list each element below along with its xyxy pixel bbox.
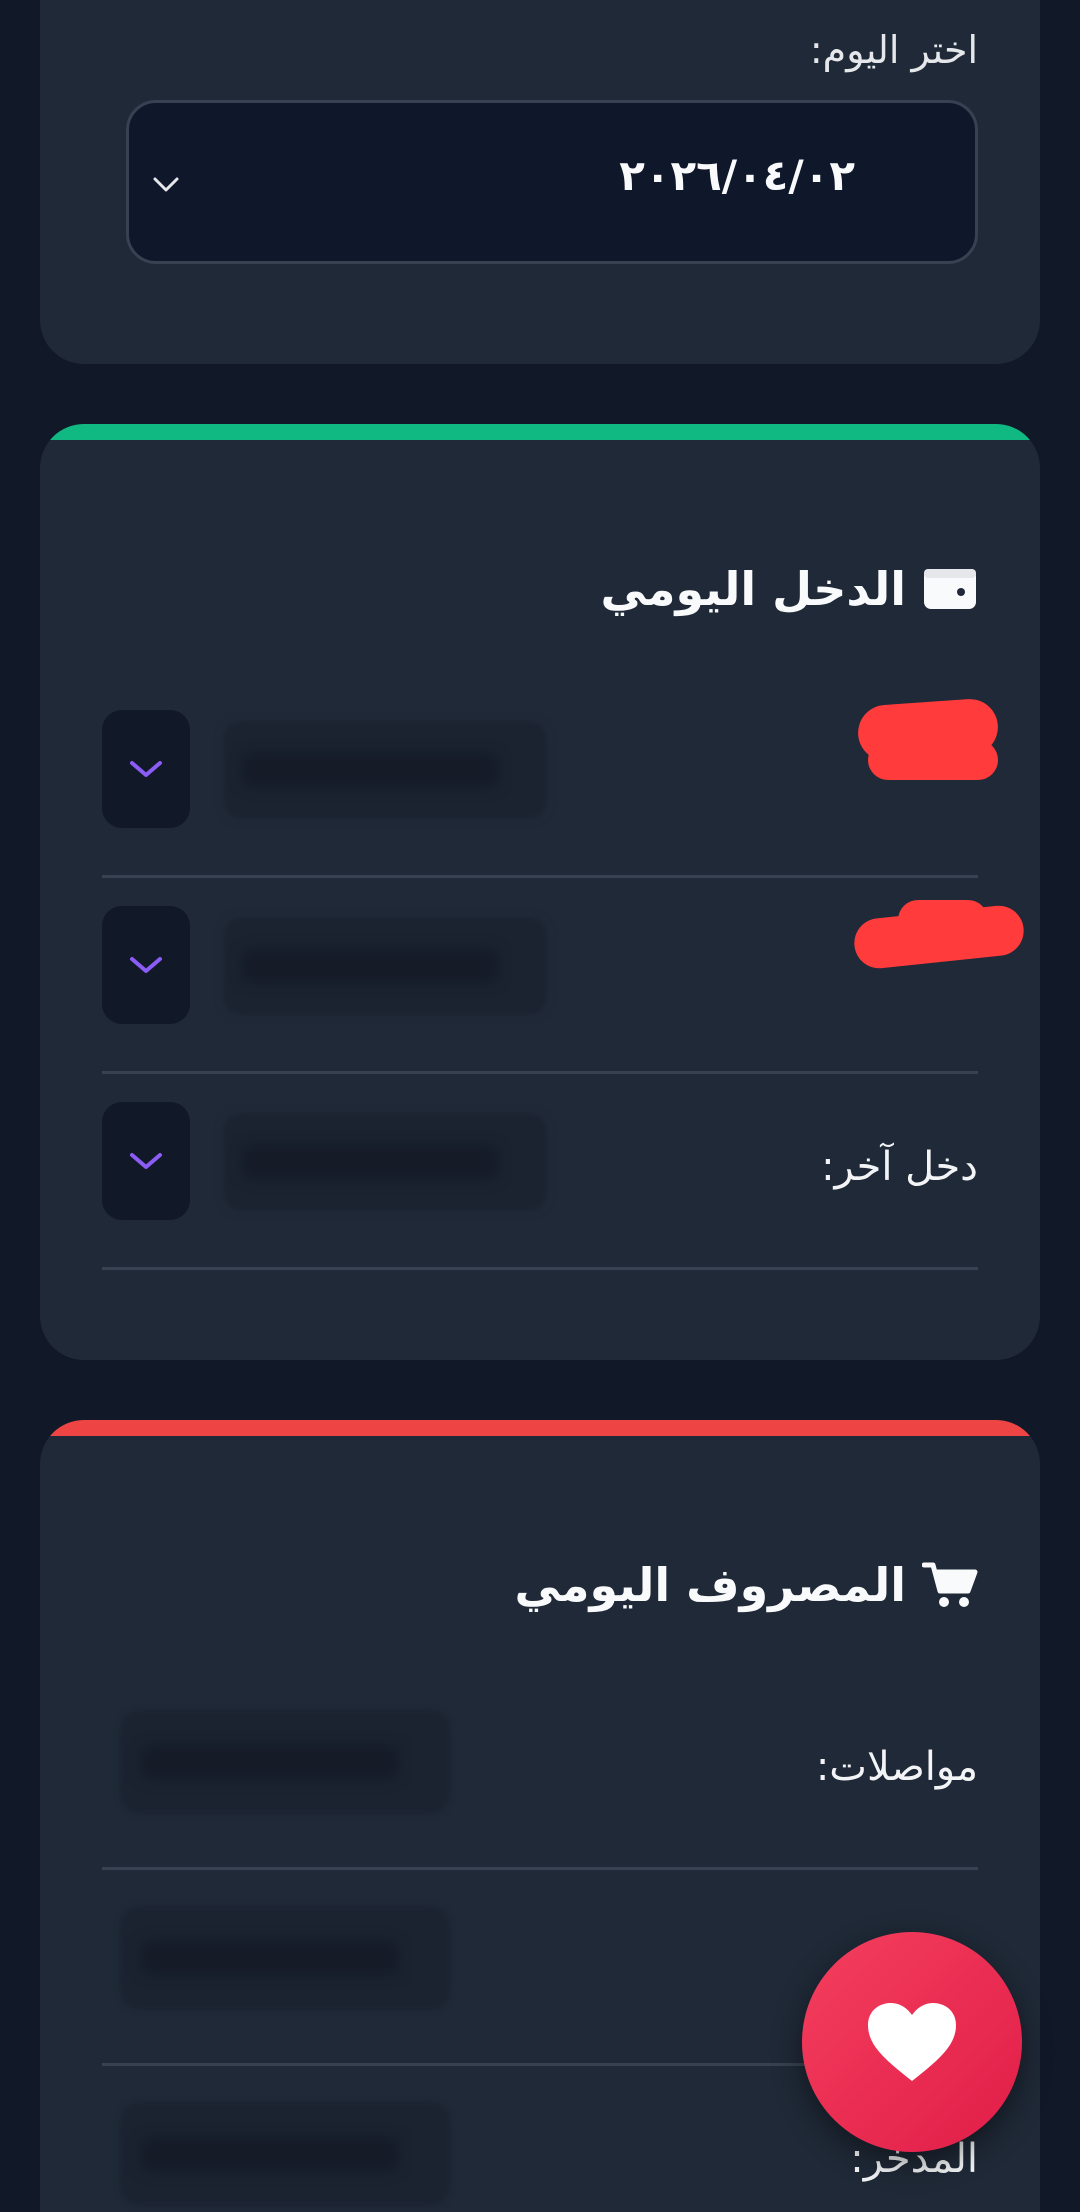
- income-row-2: [102, 878, 1027, 1074]
- income-row-3-input[interactable]: [220, 1110, 550, 1214]
- income-card: الدخل اليومي دخل آخر:: [40, 424, 1040, 1360]
- income-row-3: دخل آخر:: [102, 1074, 978, 1270]
- heart-icon: [868, 2003, 956, 2081]
- expense-row-1: مواصلات:: [102, 1674, 978, 1870]
- expense-accent-bar: [40, 1420, 1040, 1436]
- chevron-down-icon: [153, 177, 179, 192]
- expense-title-text: المصروف اليومي: [514, 1558, 906, 1612]
- income-row-2-dropdown[interactable]: [102, 906, 190, 1024]
- income-title: الدخل اليومي: [600, 562, 978, 616]
- income-title-text: الدخل اليومي: [600, 562, 906, 616]
- expense-row-1-input[interactable]: [120, 1710, 450, 1814]
- chevron-down-icon: [130, 957, 162, 973]
- date-select-value: ٢٠٢٦/٠٤/٠٢: [619, 151, 855, 200]
- income-row-2-input[interactable]: [220, 914, 550, 1018]
- redaction-mark: [868, 740, 998, 780]
- favorite-fab-button[interactable]: [802, 1932, 1022, 2152]
- date-picker-card: اختر اليوم: ٢٠٢٦/٠٤/٠٢: [40, 0, 1040, 364]
- expense-row-3-input[interactable]: [120, 2102, 450, 2206]
- income-row-1-input[interactable]: [220, 718, 550, 822]
- chevron-down-icon: [130, 1153, 162, 1169]
- date-picker-label: اختر اليوم:: [809, 28, 978, 72]
- app-screen: اختر اليوم: ٢٠٢٦/٠٤/٠٢ الدخل اليومي دخل …: [0, 0, 1080, 2212]
- expense-row-2-input[interactable]: [120, 1906, 450, 2010]
- date-select[interactable]: ٢٠٢٦/٠٤/٠٢: [126, 100, 978, 264]
- chevron-down-icon: [130, 761, 162, 777]
- income-row-3-dropdown[interactable]: [102, 1102, 190, 1220]
- income-accent-bar: [40, 424, 1040, 440]
- expense-title: المصروف اليومي: [514, 1558, 978, 1612]
- wallet-icon: [922, 565, 978, 613]
- income-row-1: [102, 682, 1000, 878]
- expense-row-1-label: مواصلات:: [815, 1744, 978, 1790]
- income-row-1-dropdown[interactable]: [102, 710, 190, 828]
- shopping-cart-icon: [922, 1561, 978, 1609]
- redaction-mark: [898, 900, 988, 940]
- income-row-3-label: دخل آخر:: [821, 1144, 978, 1190]
